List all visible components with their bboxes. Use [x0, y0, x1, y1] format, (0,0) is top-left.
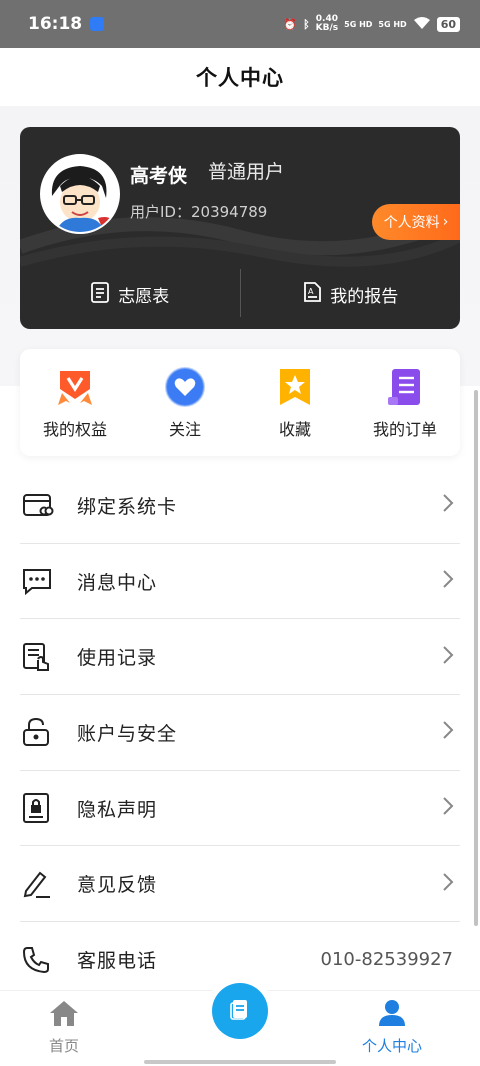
nav-me[interactable]: 个人中心: [362, 999, 422, 1056]
bottom-nav: 首页 个人中心: [0, 983, 480, 1066]
quick-item-follow[interactable]: 关注: [130, 349, 240, 456]
alarm-icon: ⏰: [283, 17, 298, 31]
avatar[interactable]: [40, 154, 120, 234]
user-name: 高考侠: [130, 165, 188, 187]
chevron-right-icon: ›: [442, 214, 449, 230]
my-report-button[interactable]: A 我的报告: [241, 269, 461, 319]
user-id-value: 20394789: [190, 203, 268, 221]
message-icon: [22, 563, 58, 599]
menu-item-feedback[interactable]: 意见反馈: [20, 846, 460, 923]
report-icon: A: [302, 281, 322, 308]
nav-center-button[interactable]: [212, 983, 268, 1039]
signal-2: 5G HD: [378, 19, 407, 29]
phone-icon: [22, 942, 58, 978]
privacy-icon: [22, 790, 58, 826]
menu-label-messages: 消息中心: [77, 571, 158, 594]
menu-item-privacy[interactable]: 隐私声明: [20, 771, 460, 847]
volunteer-form-button[interactable]: 志愿表: [20, 269, 240, 319]
card-link-icon: [22, 487, 58, 523]
scrollbar[interactable]: [474, 390, 478, 926]
user-id: 用户ID：20394789: [130, 201, 267, 222]
quick-item-favorites[interactable]: 收藏: [240, 349, 350, 456]
rights-badge-icon: [55, 367, 95, 407]
app-notification-icon: [90, 17, 105, 31]
network-speed: 0.40 KB/s: [316, 15, 338, 33]
quick-item-orders[interactable]: 我的订单: [350, 349, 460, 456]
customer-service-phone[interactable]: 010-82539927: [321, 949, 453, 970]
person-icon: [377, 999, 407, 1031]
menu-label-bind-card: 绑定系统卡: [77, 495, 178, 518]
record-icon: [22, 639, 58, 675]
chevron-right-icon: [442, 872, 454, 896]
svg-text:A: A: [308, 287, 314, 296]
quick-label-orders: 我的订单: [372, 420, 437, 439]
quick-label-follow: 关注: [168, 420, 201, 439]
home-icon: [48, 999, 80, 1031]
status-time: 16:18: [28, 14, 83, 34]
speed-unit: KB/s: [315, 23, 339, 33]
chevron-right-icon: [442, 796, 454, 820]
clipboard-icon: [90, 281, 110, 308]
card-actions: 志愿表 A 我的报告: [20, 269, 460, 319]
menu-item-usage-records[interactable]: 使用记录: [20, 619, 460, 696]
chevron-right-icon: [442, 493, 454, 517]
menu-item-messages[interactable]: 消息中心: [20, 544, 460, 620]
status-indicators: ⏰ ᛒ 0.40 KB/s 5G HD 5G HD 60: [283, 15, 460, 33]
quick-label-favorites: 收藏: [278, 420, 311, 439]
status-bar: 16:18 ⏰ ᛒ 0.40 KB/s 5G HD 5G HD 60: [0, 0, 480, 48]
order-scroll-icon: [385, 367, 425, 407]
bluetooth-icon: ᛒ: [303, 17, 310, 31]
document-icon: [228, 997, 252, 1025]
battery-indicator: 60: [436, 16, 460, 32]
menu-label-account-security: 账户与安全: [77, 722, 178, 745]
star-bookmark-icon: [275, 367, 315, 407]
menu-list: 绑定系统卡 消息中心 使用记录 账户与安全 隐私声明 意见反馈 客服电话 010…: [20, 468, 460, 998]
profile-details-label: 个人资料: [383, 215, 440, 231]
menu-item-account-security[interactable]: 账户与安全: [20, 695, 460, 771]
page-title: 个人中心: [196, 66, 284, 90]
chevron-right-icon: [442, 645, 454, 669]
wifi-icon: [413, 16, 431, 33]
profile-card: 高考侠 普通用户 用户ID：20394789 个人资料 › 志愿表 A 我的报告: [20, 127, 460, 329]
nav-home[interactable]: 首页: [48, 999, 80, 1056]
menu-item-bind-card[interactable]: 绑定系统卡: [20, 468, 460, 544]
profile-details-button[interactable]: 个人资料 ›: [372, 204, 460, 240]
user-level: 普通用户: [208, 161, 285, 183]
signal-1: 5G HD: [344, 19, 373, 29]
menu-label-privacy: 隐私声明: [77, 798, 158, 821]
quick-label-rights: 我的权益: [42, 420, 107, 439]
menu-label-feedback: 意见反馈: [77, 874, 158, 897]
chevron-right-icon: [442, 569, 454, 593]
header: 个人中心: [0, 48, 480, 106]
menu-label-customer-service: 客服电话: [77, 950, 158, 973]
quick-item-rights[interactable]: 我的权益: [20, 349, 130, 456]
nav-home-label: 首页: [48, 1037, 79, 1055]
volunteer-form-label: 志愿表: [118, 286, 170, 307]
pencil-icon: [22, 866, 58, 902]
my-report-label: 我的报告: [330, 286, 399, 307]
heart-icon: [165, 367, 205, 407]
menu-label-usage-records: 使用记录: [77, 647, 158, 670]
lock-icon: [22, 714, 58, 750]
home-indicator: [144, 1060, 336, 1064]
nav-me-label: 个人中心: [362, 1037, 423, 1055]
quick-actions-panel: 我的权益 关注 收藏 我的订单: [20, 349, 460, 456]
user-id-label: 用户ID：: [130, 203, 191, 221]
chevron-right-icon: [442, 720, 454, 744]
